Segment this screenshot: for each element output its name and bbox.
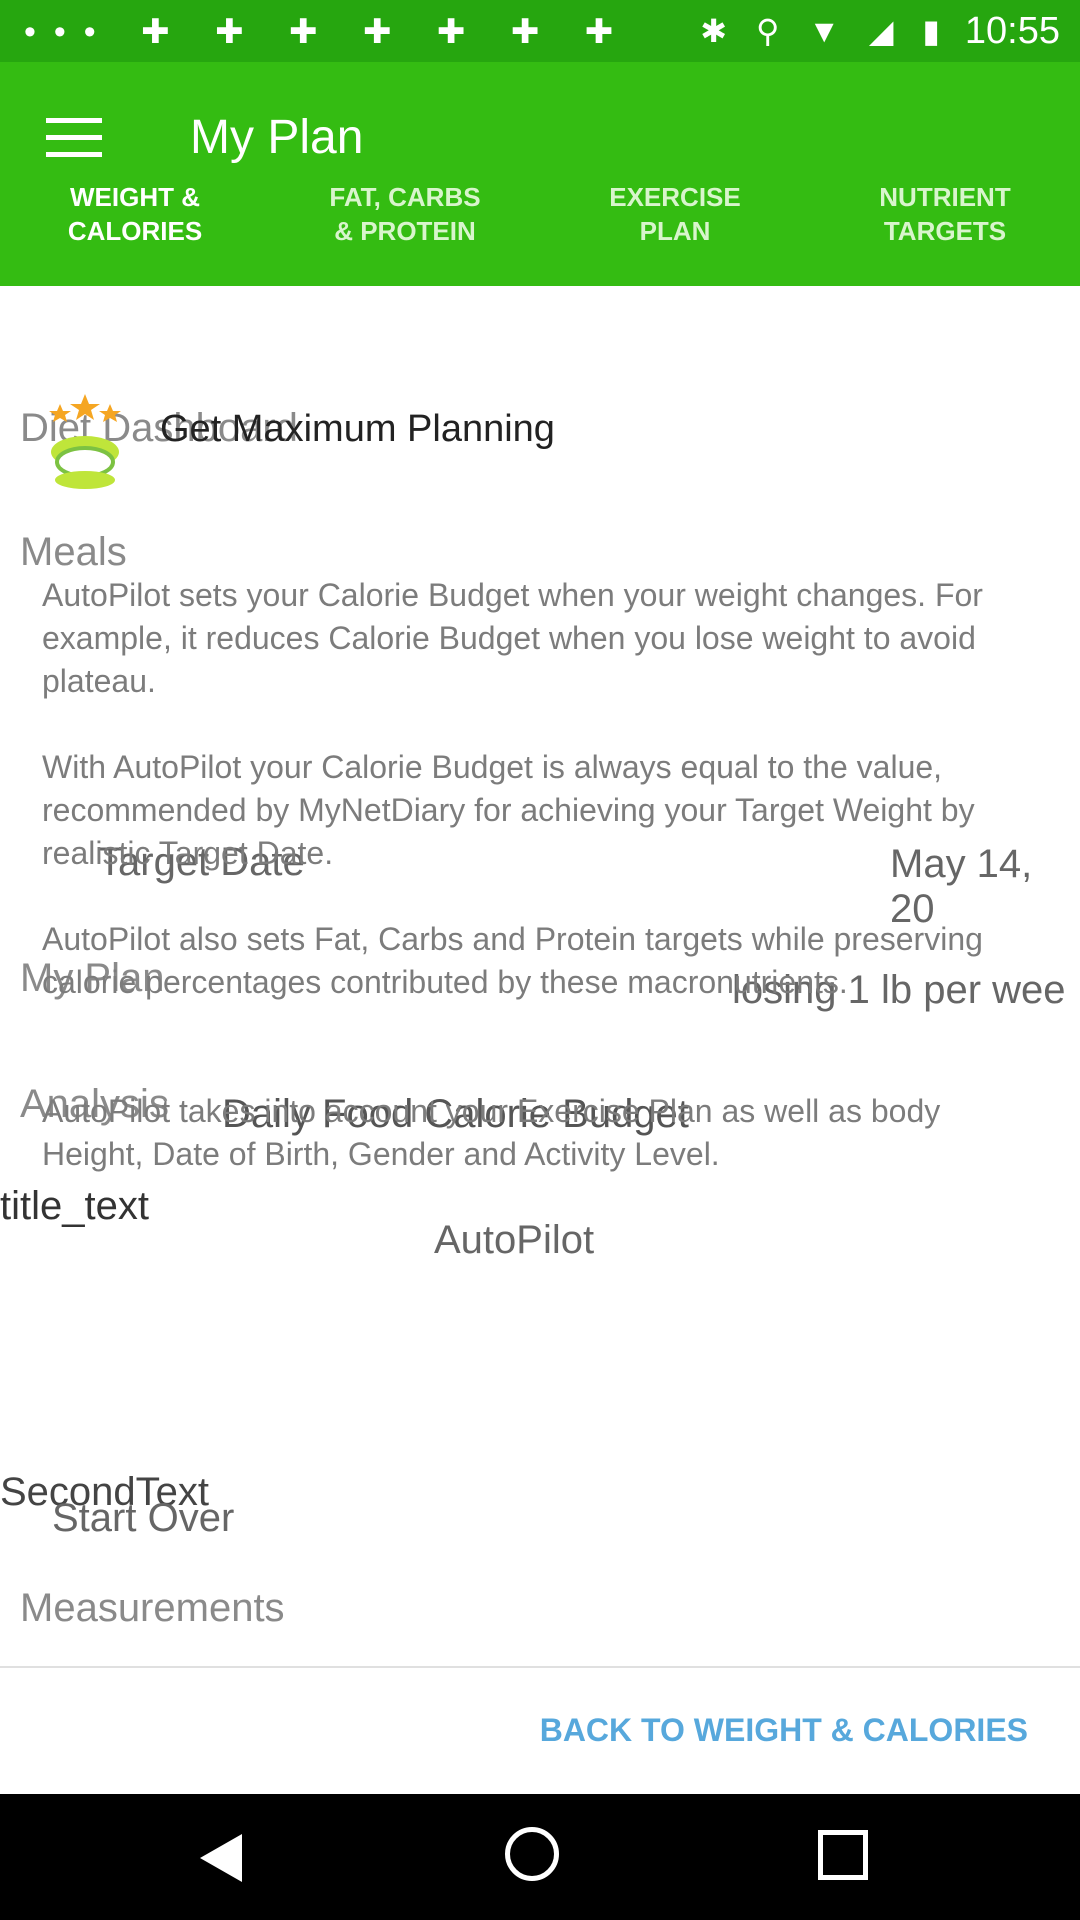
status-time: 10:55 — [964, 10, 1060, 52]
page-title: My Plan — [190, 111, 364, 164]
dialog-paragraph: AutoPilot also sets Fat, Carbs and Prote… — [42, 921, 983, 1000]
tab-label-line1: WEIGHT & — [70, 182, 200, 212]
tab-label-line2: CALORIES — [67, 216, 203, 246]
back-icon[interactable] — [200, 1834, 242, 1882]
dialog-title: Get Maximum Planning — [160, 408, 555, 450]
tab-label-line1: NUTRIENT — [879, 182, 1011, 212]
tab-label-line2: & PROTEIN — [334, 216, 476, 246]
tab-label-line2: TARGETS — [883, 216, 1007, 246]
hamburger-menu-icon[interactable] — [46, 118, 102, 162]
tab-weight-calories[interactable]: WEIGHT & CALORIES — [0, 180, 270, 248]
tab-nutrient-targets[interactable]: NUTRIENT TARGETS — [810, 180, 1080, 248]
notification-icons: ••• ✚ ✚ ✚ ✚ ✚ ✚ ✚ — [24, 13, 632, 51]
tab-label-line2: PLAN — [639, 216, 711, 246]
meals-label[interactable]: Meals — [20, 530, 127, 575]
plate-stars-icon — [49, 394, 121, 489]
home-icon[interactable] — [505, 1827, 559, 1881]
system-status-icons: ✱ ⚲ ▼ ◢ ▮ — [700, 13, 950, 49]
dialog-paragraph: AutoPilot sets your Calorie Budget when … — [42, 577, 983, 699]
dialog-paragraph: With AutoPilot your Calorie Budget is al… — [42, 749, 975, 871]
status-bar: ••• ✚ ✚ ✚ ✚ ✚ ✚ ✚ ✱ ⚲ ▼ ◢ ▮ 10:55 — [0, 0, 1080, 62]
tab-fat-carbs-protein[interactable]: FAT, CARBS & PROTEIN — [270, 180, 540, 248]
back-to-weight-calories-button[interactable]: BACK TO WEIGHT & CALORIES — [540, 1712, 1028, 1749]
active-tab-indicator — [0, 328, 270, 335]
title-text: title_text — [0, 1184, 149, 1228]
navigation-bar — [0, 1794, 1080, 1920]
measurements-label[interactable]: Measurements — [20, 1586, 285, 1631]
dialog-paragraph: AutoPilot takes into account your Exerci… — [42, 1093, 941, 1172]
recent-apps-icon[interactable] — [818, 1830, 868, 1880]
tab-exercise-plan[interactable]: EXERCISE PLAN — [540, 180, 810, 248]
tab-bar: WEIGHT & CALORIES FAT, CARBS & PROTEIN E… — [0, 170, 1080, 286]
start-over-button[interactable]: Start Over — [52, 1496, 234, 1541]
tab-label-line1: FAT, CARBS — [329, 182, 481, 212]
tab-label-line1: EXERCISE — [609, 182, 741, 212]
divider — [0, 1666, 1080, 1668]
autopilot-label: AutoPilot — [434, 1218, 595, 1262]
